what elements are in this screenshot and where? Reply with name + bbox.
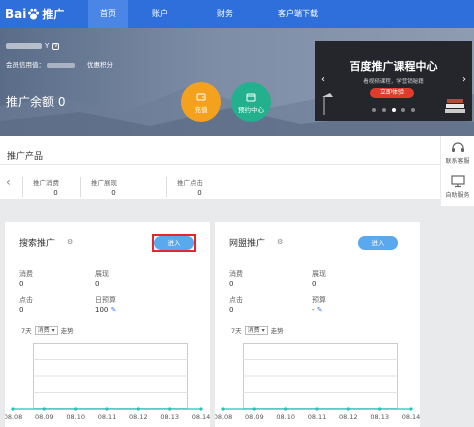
credit-value-redacted [47,62,75,68]
self-service-label: 自助服务 [445,192,470,199]
data-point[interactable] [315,407,319,411]
x-tick-label: 08.14 [192,413,210,421]
product-value: 0 [111,189,116,197]
product-consume: 推广消费 0 [22,177,78,197]
logo-suffix: 推广 [42,8,65,21]
data-point[interactable] [199,407,203,411]
recharge-button[interactable]: 充值 [181,82,221,122]
try-now-button[interactable]: 立即体验 [370,88,414,98]
product-label: 推广消费 [33,179,59,187]
headset-icon [451,142,464,152]
product-label: 推广点击 [177,179,203,187]
contact-support-button[interactable]: 联系客服 [441,140,474,165]
x-tick-label: 08.09 [35,413,54,421]
data-point[interactable] [74,407,78,411]
x-tick-label: 08.09 [245,413,264,421]
x-tick-label: 08.08 [5,413,22,421]
data-point[interactable] [346,407,350,411]
carousel-dot[interactable] [372,108,377,112]
x-tick-label: 08.08 [215,413,232,421]
x-tick-label: 08.11 [308,413,327,421]
data-point[interactable] [136,407,140,411]
x-tick-label: 08.12 [129,413,148,421]
points-label[interactable]: 优惠积分 [87,61,113,69]
product-show: 推广展现 0 [80,177,136,197]
account-meta: 会员信用值： 优惠积分 [6,59,113,69]
x-tick-label: 08.10 [66,413,85,421]
baidu-logo[interactable]: Bai 推广 [5,5,64,23]
x-tick-label: 08.13 [160,413,179,421]
alliance-promotion-card: 网盟推广 ⚙ 进入 消费 0 展现 0 点击 0 预算 - ✎ 7天 消费 ▾ … [215,222,420,427]
x-tick-label: 08.12 [339,413,358,421]
data-point[interactable] [284,407,288,411]
x-tick-label: 08.11 [98,413,117,421]
banner-subtitle: 看视频课程，学营销秘籍 [363,79,424,85]
x-tick-label: 08.13 [370,413,389,421]
monitor-icon [450,175,465,188]
carousel-dot[interactable] [401,108,406,112]
credit-label: 会员信用值： [6,61,45,69]
carousel-dot[interactable] [410,108,415,112]
x-tick-label: 08.14 [402,413,420,421]
vip-badge[interactable]: V [52,42,60,50]
balance-text: 推广余额 0 [6,95,66,109]
top-nav: Bai 推广 首页 账户 财务 客户端下载 [0,0,474,28]
logo-text: Bai [5,7,27,21]
x-tick-label: 08.10 [276,413,295,421]
nav-client-download[interactable]: 客户端下载 [258,0,338,28]
data-point[interactable] [11,407,15,411]
username-redacted [6,43,42,49]
calendar-icon [246,93,256,102]
nav-home[interactable]: 首页 [88,0,128,28]
paw-icon [28,8,40,19]
trend-chart-0: 08.08 08.09 08.10 08.11 08.12 08.13 08.14 [5,359,210,421]
products-title: 推广产品 [7,152,44,162]
carousel-dot[interactable] [381,108,386,112]
booking-label: 预约中心 [238,106,264,114]
carousel-dot[interactable] [391,108,396,112]
data-point[interactable] [378,407,382,411]
trend-chart-1: 08.08 08.09 08.10 08.11 08.12 08.13 08.14 [215,359,420,421]
contact-label: 联系客服 [445,158,470,165]
product-label: 推广展现 [91,179,117,187]
search-promotion-card: 搜索推广 ⚙ 进入 消费 0 展现 0 点击 0 日预算 100 ✎ 7天 消费… [5,222,210,427]
books-graphic [445,99,465,113]
banner-title: 百度推广课程中心 [349,60,438,73]
booking-center-button[interactable]: 预约中心 [231,82,271,122]
chevron-left-icon[interactable]: ‹ [6,175,11,189]
self-service-button[interactable]: 自助服务 [441,174,474,199]
help-sidebar: 联系客服 自助服务 [441,136,474,206]
course-banner[interactable]: ‹ › 百度推广课程中心 看视频课程，学营销秘籍 立即体验 [315,41,472,121]
data-point[interactable] [409,407,413,411]
recharge-label: 充值 [194,106,208,114]
wallet-icon [196,93,206,101]
data-point[interactable] [168,407,172,411]
divider [0,164,440,165]
data-point[interactable] [42,407,46,411]
nav-finance[interactable]: 财务 [205,0,245,28]
products-panel: 推广产品 ‹ 推广消费 0 推广展现 0 推广点击 0 [0,136,440,199]
data-point[interactable] [105,407,109,411]
product-value: 0 [197,189,202,197]
user-info: Y V [6,42,60,50]
data-point[interactable] [221,407,225,411]
user-suffix: Y [45,42,50,50]
product-click: 推广点击 0 [166,177,222,197]
data-point[interactable] [252,407,256,411]
product-value: 0 [53,189,58,197]
nav-account[interactable]: 账户 [140,0,180,28]
